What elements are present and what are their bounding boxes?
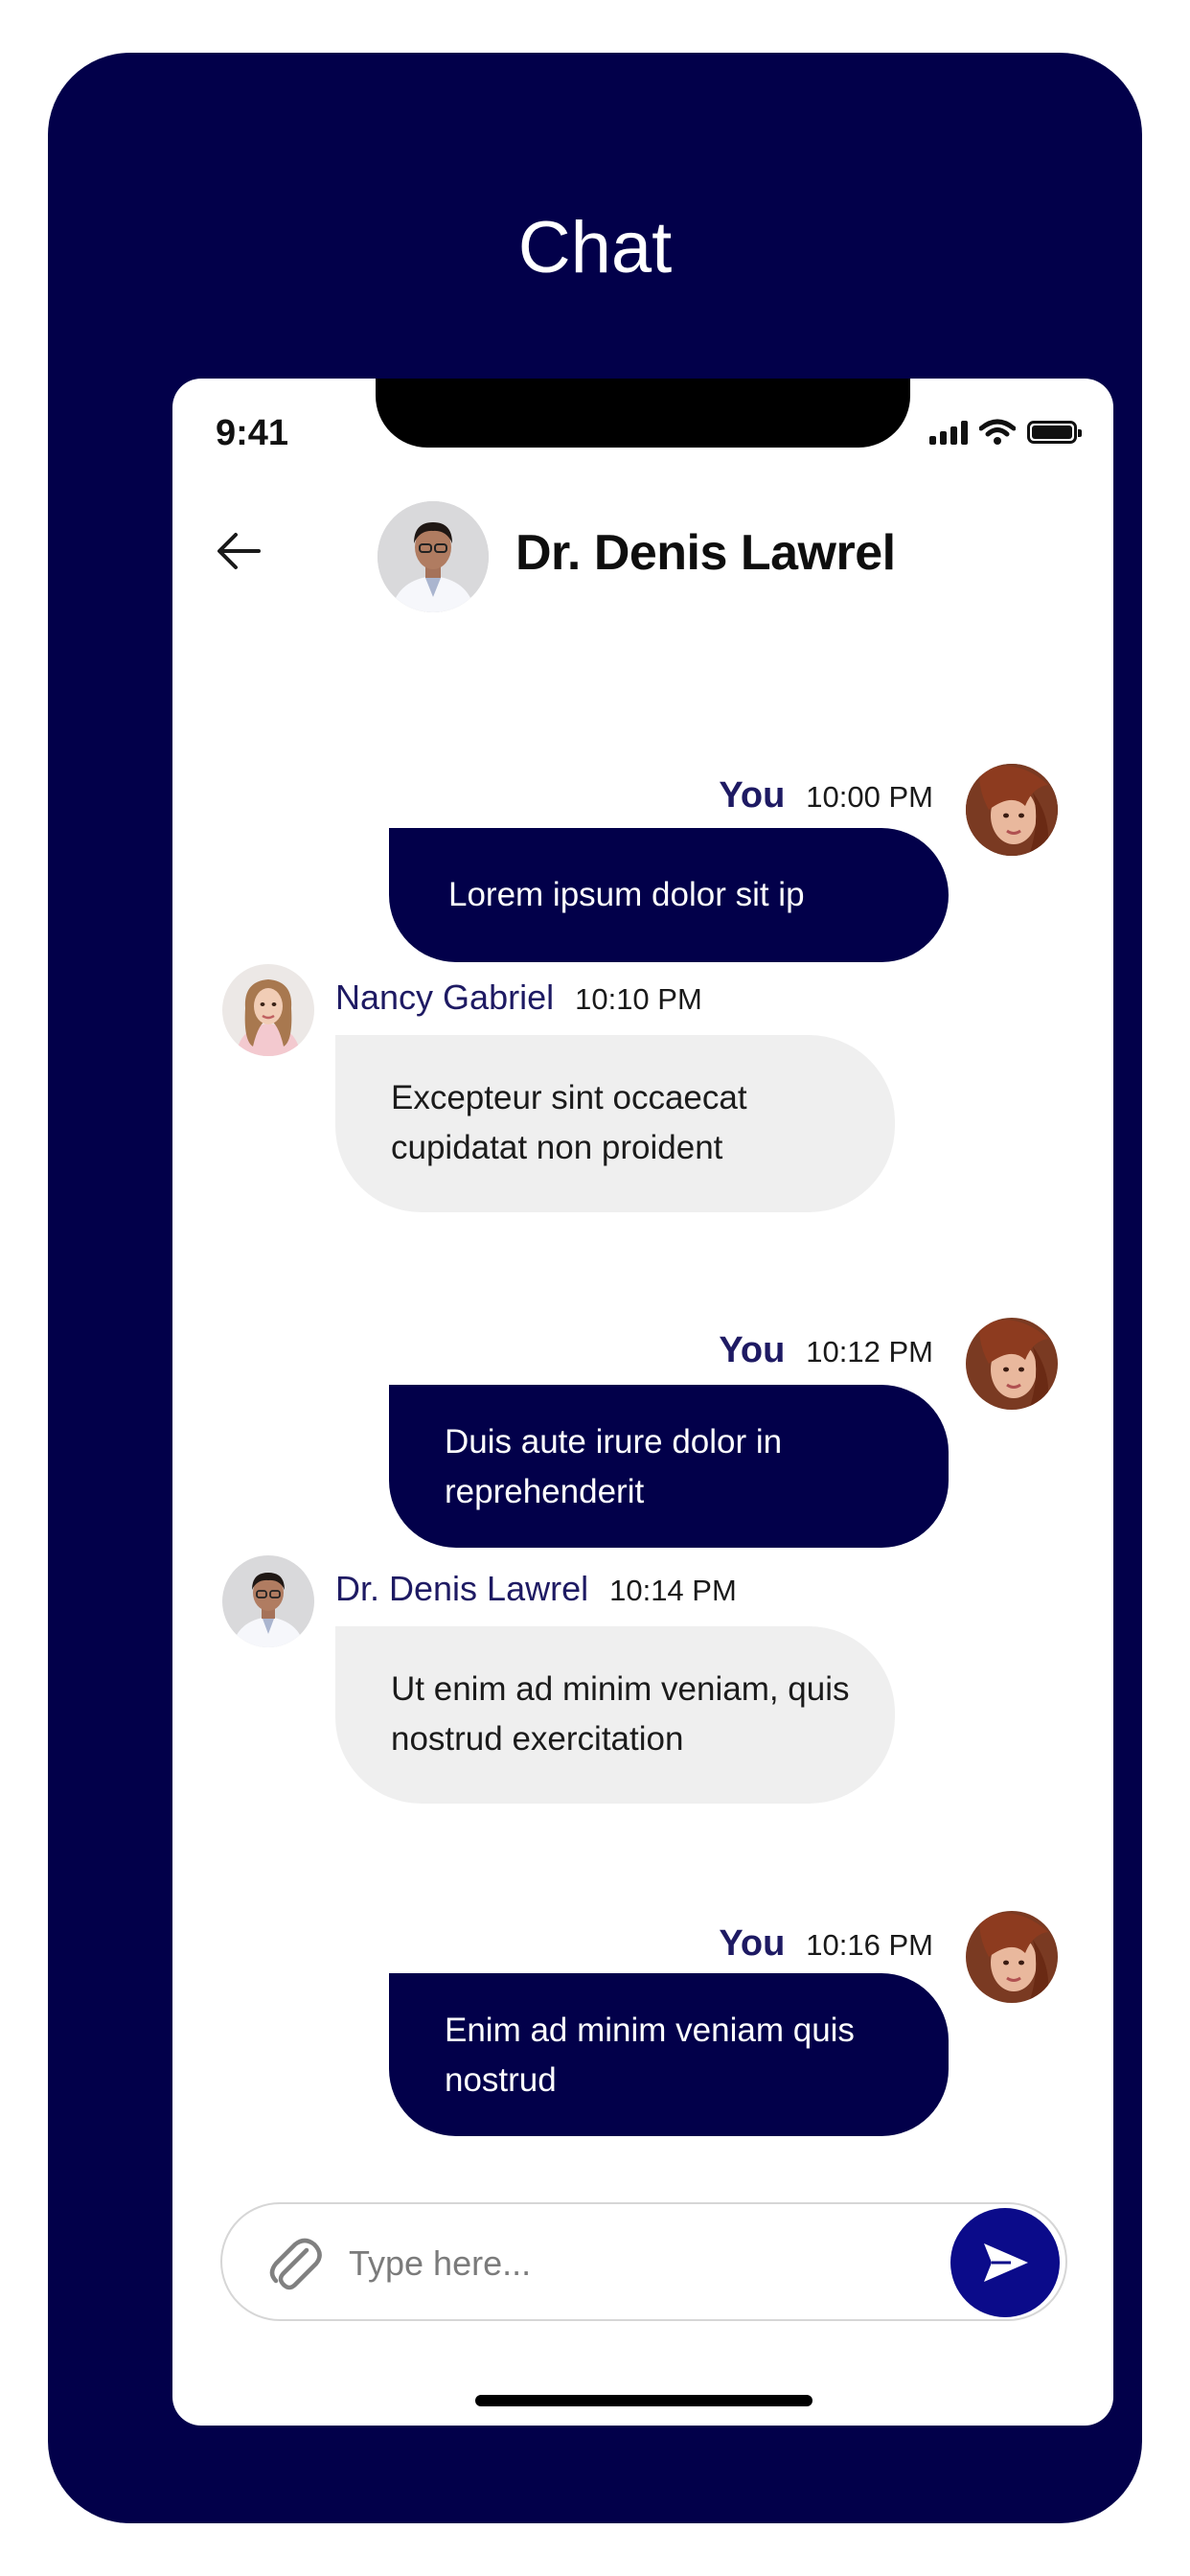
- send-icon: [984, 2243, 1028, 2282]
- outgoing-message: Enim ad minim veniam quis nostrud: [389, 1973, 949, 2136]
- user-avatar: [966, 764, 1058, 856]
- outgoing-message: Lorem ipsum dolor sit ip: [389, 828, 949, 962]
- message-meta: Dr. Denis Lawrel 10:14 PM: [335, 1569, 737, 1609]
- contact-name: Dr. Denis Lawrel: [515, 525, 896, 581]
- message-time: 10:12 PM: [806, 1335, 933, 1368]
- message-time: 10:00 PM: [806, 780, 933, 814]
- sender-name: You: [719, 1330, 786, 1370]
- sender-name: Dr. Denis Lawrel: [335, 1569, 589, 1608]
- status-icons: [929, 419, 1082, 446]
- outgoing-message: Duis aute irure dolor in reprehenderit: [389, 1385, 949, 1548]
- message-meta: You 10:16 PM: [719, 1923, 933, 1965]
- message-meta: You 10:12 PM: [719, 1330, 933, 1371]
- paperclip-icon[interactable]: [264, 2233, 324, 2292]
- phone-screen: 9:41 Dr. Denis Lawrel You 10:00 PM Lorem…: [172, 379, 1113, 2426]
- message-time: 10:10 PM: [575, 982, 702, 1016]
- message-time: 10:14 PM: [609, 1574, 737, 1607]
- app-frame: Chat 9:41 Dr. Denis Lawrel You 10:00 PM …: [48, 53, 1142, 2523]
- status-time: 9:41: [216, 413, 289, 453]
- sender-name: You: [719, 775, 786, 816]
- message-time: 10:16 PM: [806, 1928, 933, 1962]
- sender-name: You: [719, 1923, 786, 1964]
- incoming-message: Excepteur sint occaecat cupidatat non pr…: [335, 1035, 895, 1212]
- arrow-left-icon[interactable]: [211, 522, 268, 580]
- signal-icon: [929, 420, 968, 445]
- sender-name: Nancy Gabriel: [335, 978, 555, 1017]
- sender-avatar: [222, 964, 314, 1056]
- notch: [376, 379, 910, 448]
- user-avatar: [966, 1318, 1058, 1410]
- wifi-icon: [979, 419, 1016, 445]
- sender-avatar: [222, 1555, 314, 1647]
- message-text: Lorem ipsum dolor sit ip: [448, 876, 805, 913]
- header-avatar[interactable]: [378, 501, 489, 612]
- send-button[interactable]: [950, 2208, 1060, 2317]
- message-text: Duis aute irure dolor in reprehenderit: [445, 1423, 783, 1510]
- message-text: Enim ad minim veniam quis nostrud: [445, 2012, 855, 2099]
- message-text: Excepteur sint occaecat cupidatat non pr…: [391, 1079, 747, 1166]
- user-avatar: [966, 1911, 1058, 2003]
- battery-icon: [1027, 421, 1082, 444]
- incoming-message: Ut enim ad minim veniam, quis nostrud ex…: [335, 1626, 895, 1804]
- page-title: Chat: [517, 207, 673, 288]
- message-input[interactable]: [347, 2233, 887, 2294]
- home-indicator: [475, 2395, 812, 2406]
- message-text: Ut enim ad minim veniam, quis nostrud ex…: [391, 1670, 850, 1758]
- message-composer: [220, 2202, 1067, 2321]
- message-meta: You 10:00 PM: [719, 775, 933, 816]
- message-meta: Nancy Gabriel 10:10 PM: [335, 978, 702, 1018]
